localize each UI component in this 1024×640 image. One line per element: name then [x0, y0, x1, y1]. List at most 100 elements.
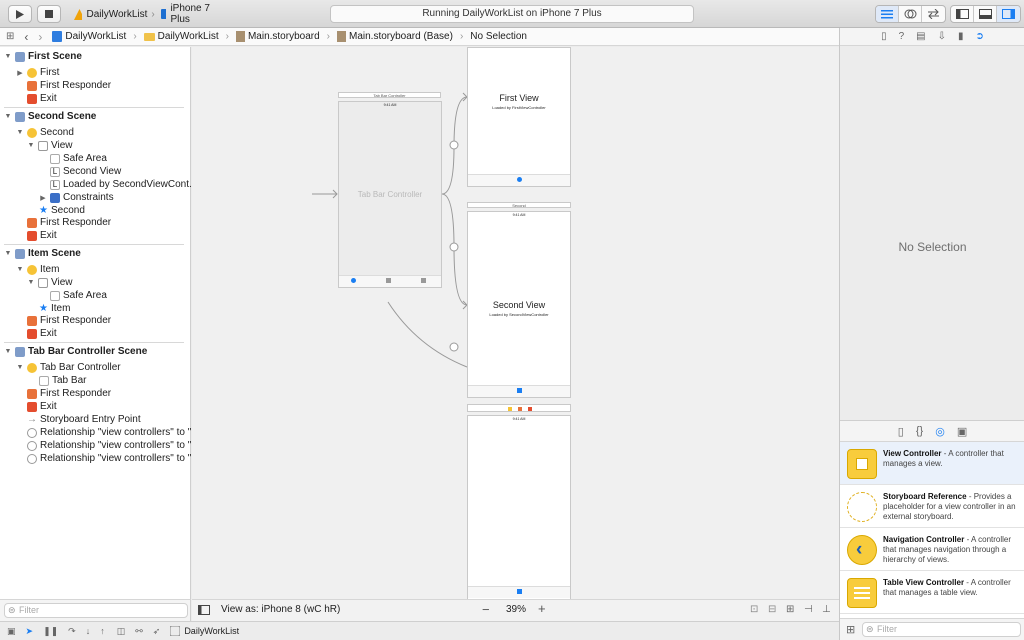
debug-area-toggle[interactable] — [974, 6, 997, 22]
disclosure-right-icon[interactable]: ▶ — [16, 69, 24, 77]
forward-arrow-icon[interactable]: › — [38, 30, 42, 44]
breadcrumb-localization[interactable]: Main.storyboard (Base) — [349, 31, 453, 42]
library-item-table-view-controller[interactable]: Table View Controller - A controller tha… — [840, 571, 1024, 614]
embed-in-icon[interactable]: ⊡ — [750, 604, 758, 615]
disclosure-down-icon[interactable]: ▼ — [4, 53, 12, 60]
disclosure-down-icon[interactable]: ▼ — [4, 250, 12, 257]
disclosure-down-icon[interactable]: ▼ — [16, 129, 24, 136]
view-debugger-icon[interactable]: ◫ — [117, 626, 126, 637]
tab-bar-controller-scene[interactable]: 9:41 AM Tab Bar Controller — [338, 101, 442, 288]
library-filter-input[interactable]: Filter — [862, 622, 1021, 637]
outline-second-view[interactable]: ▼ View — [27, 139, 73, 152]
breadcrumb-storyboard[interactable]: Main.storyboard — [248, 31, 320, 42]
disclosure-down-icon[interactable]: ▼ — [4, 348, 12, 355]
outline-second-scene[interactable]: ▼ Second Scene — [4, 110, 97, 123]
standard-editor-button[interactable] — [876, 6, 899, 22]
step-into-icon[interactable]: ↓ — [86, 626, 91, 636]
breadcrumb-selection[interactable]: No Selection — [470, 31, 527, 42]
library-item-storyboard-reference[interactable]: Storyboard Reference - Provides a placeh… — [840, 485, 1024, 528]
library-item-navigation-controller[interactable]: ‹ Navigation Controller - A controller t… — [840, 528, 1024, 571]
file-inspector-icon[interactable]: ▯ — [881, 31, 887, 42]
first-view-scene[interactable]: First View Loaded by FirstViewController — [467, 47, 571, 187]
breadcrumb-folder[interactable]: DailyWorkList — [158, 31, 219, 42]
step-out-icon[interactable]: ↑ — [100, 626, 105, 636]
storyboard-canvas[interactable]: Tab Bar Controller 9:41 AM Tab Bar Contr… — [192, 47, 839, 599]
zoom-out-button[interactable]: − — [482, 602, 490, 617]
outline-first-vc[interactable]: ▶ First — [16, 66, 59, 79]
resolve-issues-icon[interactable]: ⊥ — [822, 604, 831, 615]
outline-label-second-view[interactable]: L Second View — [50, 165, 121, 178]
outline-label-loaded-by[interactable]: L Loaded by SecondViewCont... — [50, 178, 197, 191]
stop-button[interactable] — [37, 5, 61, 23]
outline-first-scene[interactable]: ▼ First Scene — [4, 50, 82, 63]
outline-tab-bar-controller[interactable]: ▼ Tab Bar Controller — [16, 361, 121, 374]
quick-help-icon[interactable]: ? — [899, 31, 905, 42]
breadcrumb-project[interactable]: DailyWorkList — [65, 31, 126, 42]
outline-exit[interactable]: Exit — [27, 92, 57, 105]
outline-item-view[interactable]: ▼ View — [27, 276, 73, 289]
outline-item-scene[interactable]: ▼ Item Scene — [4, 247, 81, 260]
update-frames-icon[interactable]: ⊟ — [768, 604, 776, 615]
memory-graph-icon[interactable]: ⚯ — [135, 626, 143, 637]
outline-exit[interactable]: Exit — [27, 327, 57, 340]
disclosure-right-icon[interactable]: ▶ — [39, 194, 47, 202]
outline-exit[interactable]: Exit — [27, 400, 57, 413]
star-icon: ★ — [39, 205, 48, 216]
outline-first-responder[interactable]: First Responder — [27, 216, 111, 229]
media-library-icon[interactable]: ▣ — [957, 425, 967, 438]
assistant-editor-button[interactable] — [899, 6, 922, 22]
disclosure-down-icon[interactable]: ▼ — [27, 279, 35, 286]
connections-inspector-icon[interactable]: ➲ — [976, 31, 984, 42]
outline-exit[interactable]: Exit — [27, 229, 57, 242]
disclosure-down-icon[interactable]: ▼ — [16, 266, 24, 273]
item-view-scene[interactable]: 9:41 AM — [467, 415, 571, 599]
disclosure-down-icon[interactable]: ▼ — [16, 364, 24, 371]
identity-inspector-icon[interactable]: ▤ — [916, 31, 925, 42]
second-scene-title[interactable]: Second — [467, 202, 571, 208]
outline-first-responder[interactable]: First Responder — [27, 314, 111, 327]
size-inspector-icon[interactable]: ▮ — [958, 31, 964, 42]
item-scene-dock[interactable] — [467, 404, 571, 412]
outline-safe-area[interactable]: Safe Area — [50, 289, 107, 302]
outline-second-vc[interactable]: ▼ Second — [16, 126, 74, 139]
location-icon[interactable]: ➶ — [153, 626, 161, 637]
version-editor-button[interactable] — [922, 6, 945, 22]
pause-icon[interactable]: ❚❚ — [43, 626, 58, 637]
object-library-icon[interactable]: ◎ — [935, 425, 945, 438]
sidebar-toggle-icon[interactable] — [198, 605, 210, 615]
grid-view-icon[interactable]: ⊞ — [846, 623, 855, 636]
outline-relationship[interactable]: Relationship "view controllers" to "... — [27, 439, 200, 452]
library-item-view-controller[interactable]: View Controller - A controller that mana… — [840, 442, 1024, 485]
outline-first-responder[interactable]: First Responder — [27, 387, 111, 400]
back-arrow-icon[interactable]: ‹ — [24, 30, 28, 44]
attributes-inspector-icon[interactable]: ⇩ — [938, 31, 946, 42]
outline-entry-point[interactable]: → Storyboard Entry Point — [27, 413, 141, 426]
navigator-toggle[interactable] — [951, 6, 974, 22]
outline-filter-input[interactable]: Filter — [4, 603, 188, 618]
tab-bar-controller-title[interactable]: Tab Bar Controller — [338, 92, 441, 98]
outline-tab-bar[interactable]: Tab Bar — [39, 374, 86, 387]
outline-constraints[interactable]: ▶ Constraints — [39, 191, 113, 204]
outline-first-responder[interactable]: First Responder — [27, 79, 111, 92]
outline-relationship[interactable]: Relationship "view controllers" to "... — [27, 452, 200, 465]
scheme-selector[interactable]: DailyWorkList › iPhone 7 Plus — [68, 3, 218, 25]
outline-relationship[interactable]: Relationship "view controllers" to "... — [27, 426, 200, 439]
disclosure-down-icon[interactable]: ▼ — [27, 142, 35, 149]
outline-safe-area[interactable]: Safe Area — [50, 152, 107, 165]
file-template-icon[interactable]: ▯ — [898, 425, 904, 438]
outline-item-vc[interactable]: ▼ Item — [16, 263, 60, 276]
zoom-in-button[interactable]: + — [538, 601, 546, 616]
outline-tab-bar-scene[interactable]: ▼ Tab Bar Controller Scene — [4, 345, 148, 358]
code-snippet-icon[interactable]: {} — [916, 425, 923, 437]
step-over-icon[interactable]: ↷ — [68, 626, 76, 637]
run-button[interactable] — [8, 5, 32, 23]
align-icon[interactable]: ⊞ — [786, 604, 794, 615]
second-view-scene[interactable]: 9:41 AM Second View Loaded by SecondView… — [467, 211, 571, 398]
hide-debug-icon[interactable]: ▣ — [7, 626, 16, 637]
add-constraints-icon[interactable]: ⊣ — [804, 604, 813, 615]
related-items-icon[interactable]: ⊞ — [6, 31, 14, 42]
breakpoints-icon[interactable]: ➤ — [26, 626, 34, 637]
utilities-toggle[interactable] — [997, 6, 1020, 22]
view-as-device[interactable]: View as: iPhone 8 (wC hR) — [221, 604, 340, 615]
disclosure-down-icon[interactable]: ▼ — [4, 113, 12, 120]
